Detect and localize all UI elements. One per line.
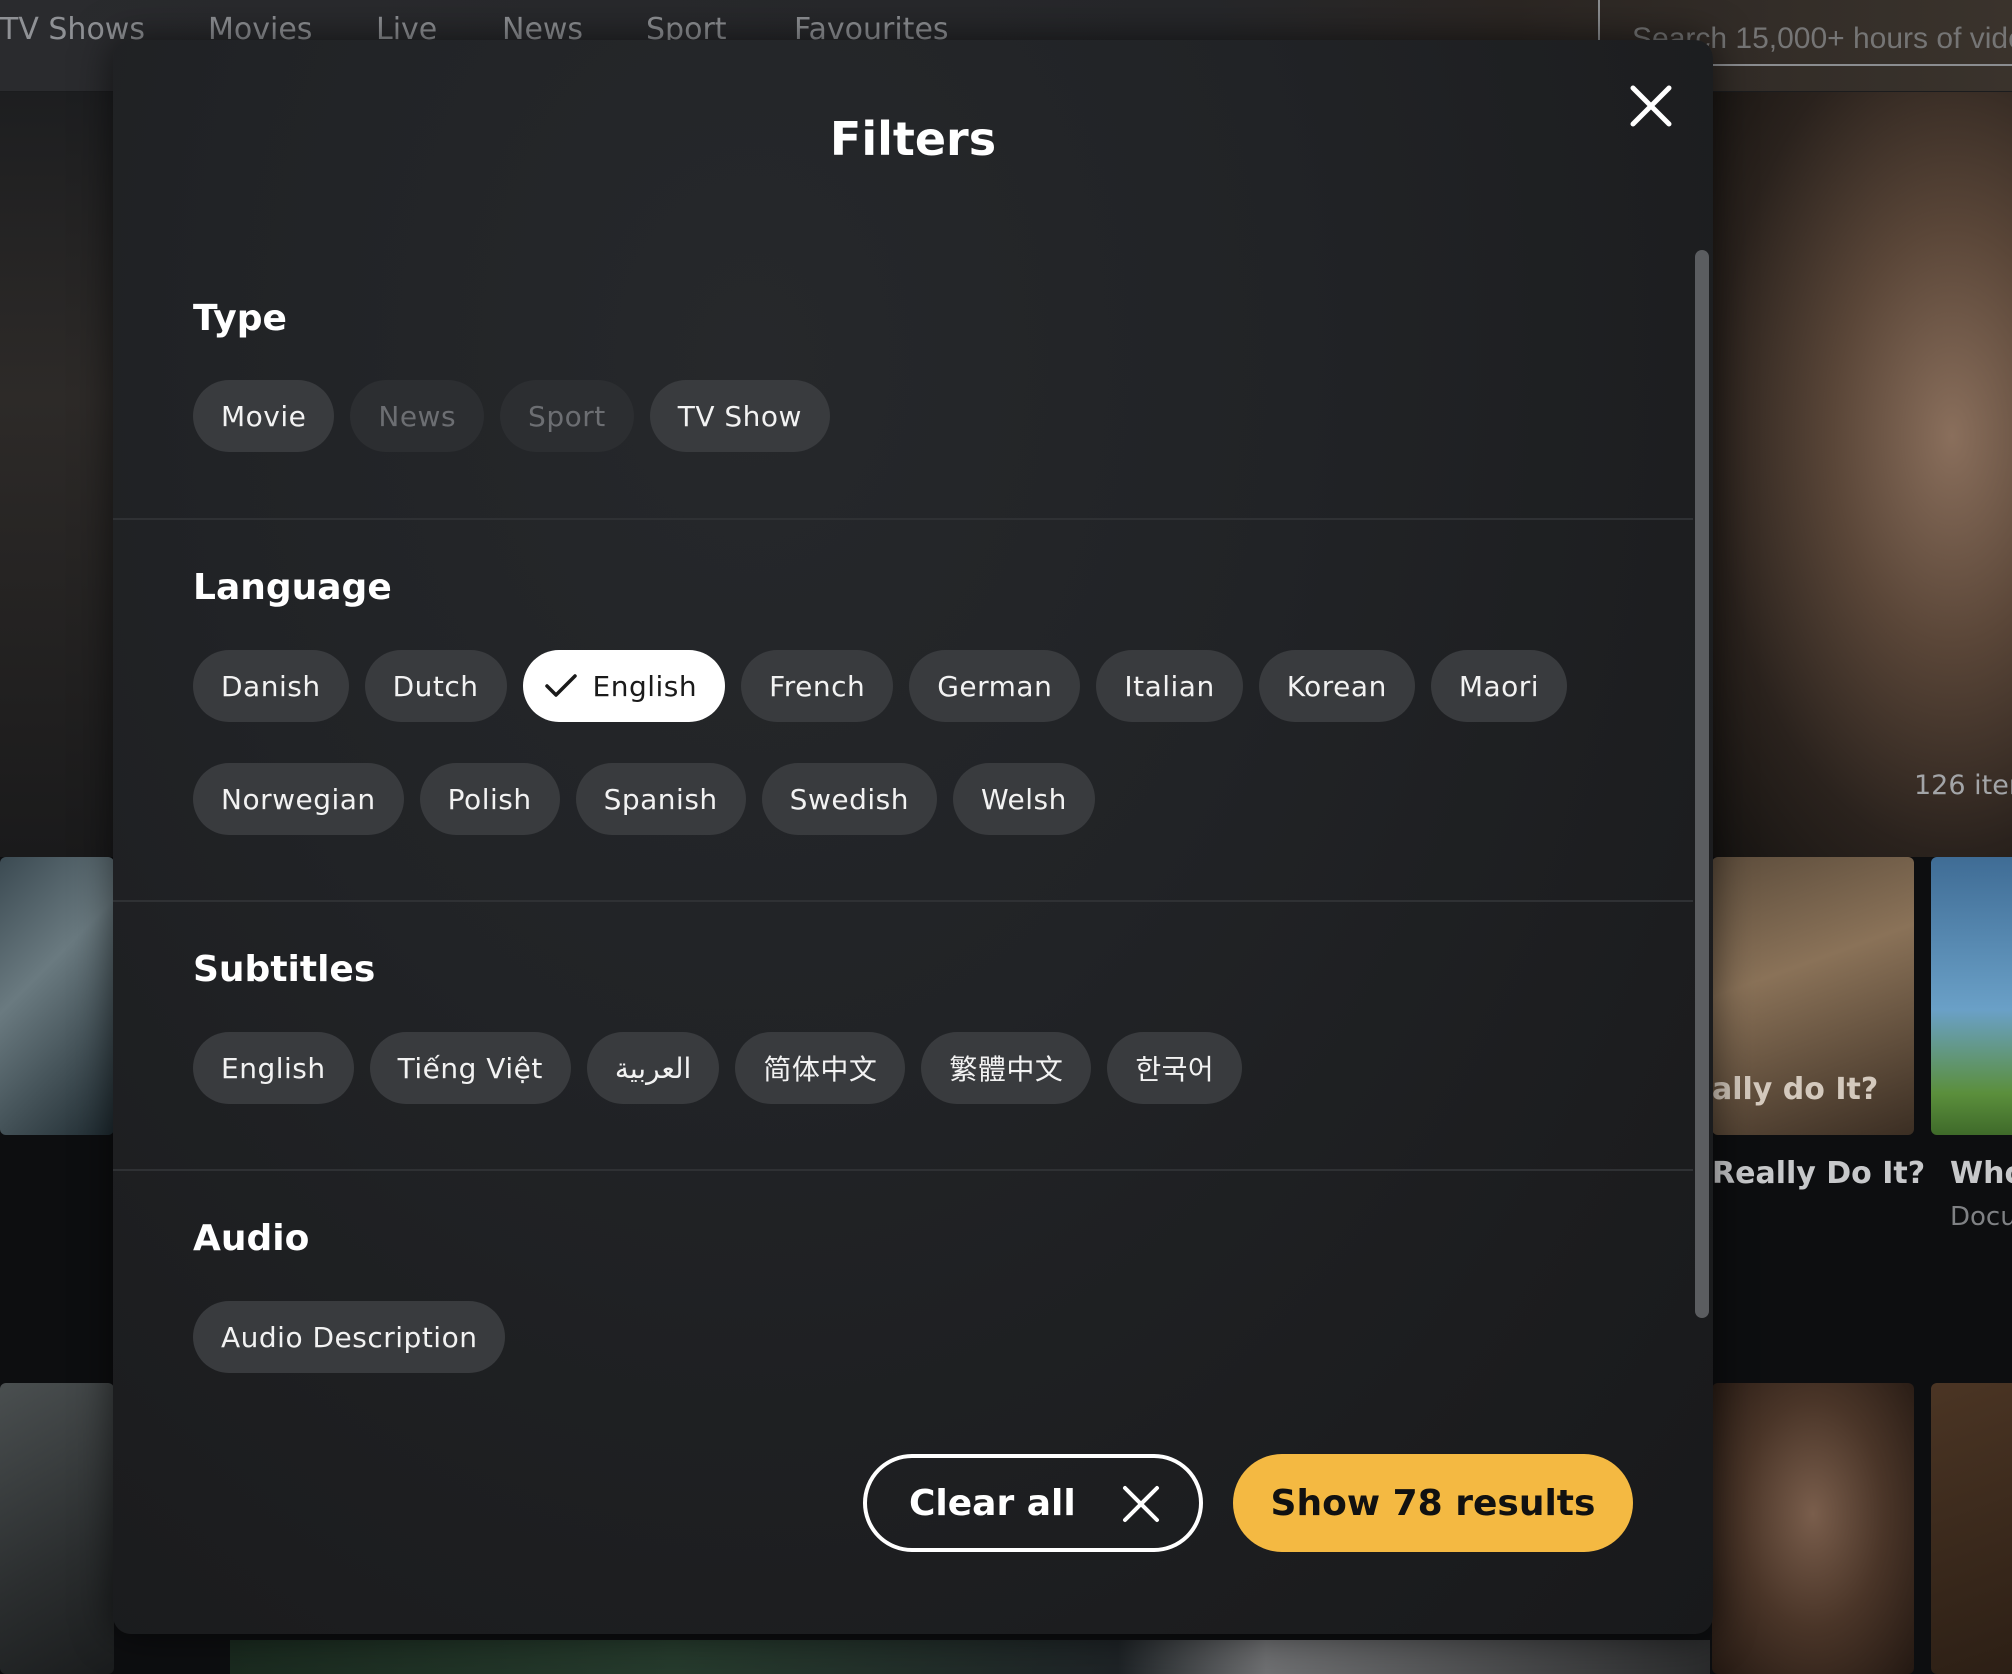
show-title[interactable]: Really Do It?: [1712, 1156, 1925, 1191]
clear-all-button[interactable]: Clear all: [863, 1454, 1203, 1552]
subtitle-chip-english[interactable]: English: [193, 1032, 354, 1104]
language-options-row-2: Norwegian Polish Spanish Swedish Welsh: [193, 763, 1095, 835]
language-chip-spanish[interactable]: Spanish: [575, 763, 746, 835]
show-genre: Docu: [1950, 1202, 2012, 1232]
modal-scrollbar[interactable]: [1695, 250, 1709, 1318]
type-chip-sport: Sport: [500, 380, 634, 452]
show-thumbnail[interactable]: [0, 1383, 114, 1674]
thumbnail-title-overlay: ally do It?: [1712, 1072, 1879, 1107]
subtitle-chip-traditional-chinese[interactable]: 繁體中文: [921, 1032, 1092, 1104]
section-title-subtitles: Subtitles: [193, 949, 376, 990]
language-chip-english[interactable]: English: [522, 650, 726, 722]
show-thumbnail[interactable]: [1931, 1383, 2012, 1674]
language-chip-danish[interactable]: Danish: [193, 650, 349, 722]
language-chip-label: English: [592, 669, 698, 703]
hero-image-left: [0, 92, 120, 857]
show-thumbnail[interactable]: [0, 857, 114, 1135]
modal-title: Filters: [829, 112, 997, 166]
language-chip-italian[interactable]: Italian: [1096, 650, 1243, 722]
show-thumbnail[interactable]: ally do It?: [1712, 857, 1914, 1135]
show-thumbnail[interactable]: [1931, 857, 2012, 1135]
close-icon: [1630, 85, 1672, 127]
type-options: Movie News Sport TV Show: [193, 380, 830, 452]
show-thumbnail[interactable]: [1712, 1383, 1914, 1674]
section-divider: [113, 900, 1693, 902]
item-count: 126 items: [1914, 770, 2012, 801]
subtitle-chip-korean[interactable]: 한국어: [1107, 1032, 1243, 1104]
type-chip-tv-show[interactable]: TV Show: [649, 380, 830, 452]
filters-modal: Filters Type Movie News Sport TV Show La…: [113, 40, 1713, 1634]
close-button[interactable]: [1621, 76, 1681, 136]
thumbnail-strip: [230, 1640, 1710, 1674]
subtitle-chip-vietnamese[interactable]: Tiếng Việt: [369, 1032, 571, 1104]
subtitle-chip-arabic[interactable]: العربية: [586, 1032, 720, 1104]
checkmark-icon: [544, 674, 577, 697]
hero-image-right: [1712, 92, 2012, 857]
language-chip-german[interactable]: German: [909, 650, 1081, 722]
language-chip-french[interactable]: French: [741, 650, 894, 722]
language-chip-norwegian[interactable]: Norwegian: [193, 763, 404, 835]
close-icon: [1123, 1486, 1159, 1522]
audio-options: Audio Description: [193, 1301, 506, 1373]
language-chip-korean[interactable]: Korean: [1258, 650, 1415, 722]
type-chip-movie[interactable]: Movie: [193, 380, 335, 452]
section-title-type: Type: [193, 298, 287, 339]
section-divider: [113, 518, 1693, 520]
language-chip-dutch[interactable]: Dutch: [364, 650, 507, 722]
clear-all-label: Clear all: [909, 1482, 1076, 1524]
subtitle-options: English Tiếng Việt العربية 简体中文 繁體中文 한국어: [193, 1032, 1243, 1104]
app-page: TV Shows Movies Live News Sport Favourit…: [0, 0, 2012, 1674]
show-title[interactable]: Who: [1950, 1156, 2012, 1191]
language-chip-swedish[interactable]: Swedish: [761, 763, 937, 835]
language-options-row-1: Danish Dutch English French German Itali…: [193, 650, 1568, 722]
show-results-button[interactable]: Show 78 results: [1233, 1454, 1633, 1552]
language-chip-maori[interactable]: Maori: [1430, 650, 1568, 722]
language-chip-welsh[interactable]: Welsh: [952, 763, 1095, 835]
section-title-language: Language: [193, 567, 392, 608]
section-title-audio: Audio: [193, 1218, 310, 1259]
audio-chip-audio-description[interactable]: Audio Description: [193, 1301, 506, 1373]
type-chip-news: News: [350, 380, 485, 452]
section-divider: [113, 1169, 1693, 1171]
subtitle-chip-simplified-chinese[interactable]: 简体中文: [735, 1032, 906, 1104]
language-chip-polish[interactable]: Polish: [419, 763, 560, 835]
